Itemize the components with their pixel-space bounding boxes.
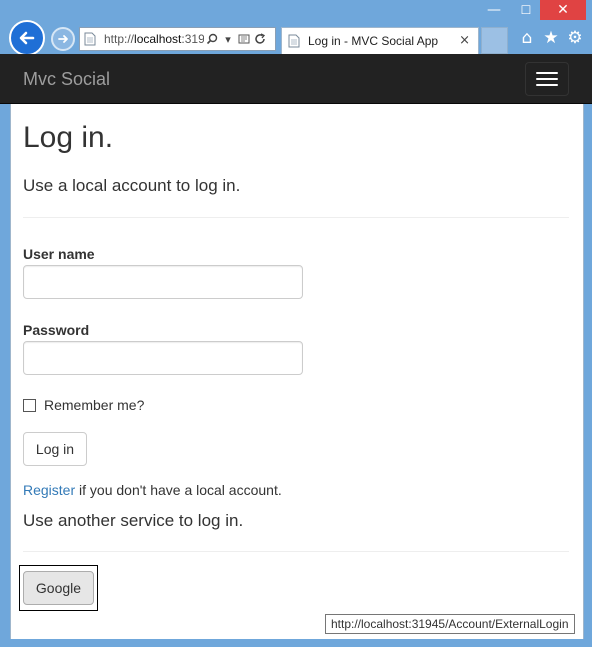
remember-me-checkbox[interactable]	[23, 398, 36, 412]
search-icon[interactable]	[204, 31, 220, 47]
password-label: Password	[23, 322, 90, 338]
arrow-left-icon	[19, 31, 35, 45]
navbar-toggle-button[interactable]	[525, 62, 569, 96]
google-login-button[interactable]: Google	[23, 571, 94, 605]
page-icon	[288, 34, 302, 48]
dropdown-icon[interactable]: ▾	[220, 31, 236, 47]
remember-me-label[interactable]: Remember me?	[44, 397, 144, 413]
brand-link[interactable]: Mvc Social	[23, 69, 110, 90]
gear-icon[interactable]: ⚙	[564, 28, 586, 48]
window-frame-right	[584, 104, 592, 647]
register-text: Register if you don't have a local accou…	[23, 482, 282, 498]
minimize-button[interactable]: —	[480, 0, 508, 20]
close-window-button[interactable]: ✕	[540, 0, 586, 20]
login-button[interactable]: Log in	[23, 432, 87, 466]
divider	[23, 551, 569, 552]
external-login-heading: Use another service to log in.	[23, 511, 244, 530]
maximize-button[interactable]: ☐	[512, 0, 540, 20]
url-text[interactable]: http://localhost:31945	[104, 32, 204, 46]
page-icon	[84, 31, 100, 47]
hamburger-icon	[536, 72, 558, 74]
forward-button[interactable]	[51, 27, 75, 51]
tab-title: Log in - MVC Social App	[308, 34, 439, 48]
hamburger-icon	[536, 78, 558, 80]
compat-view-icon[interactable]	[236, 31, 252, 47]
password-input[interactable]	[23, 341, 303, 375]
username-label: User name	[23, 246, 95, 262]
new-tab-button[interactable]	[481, 27, 508, 54]
divider	[23, 217, 569, 218]
star-icon[interactable]: ★	[540, 28, 562, 48]
address-bar[interactable]: http://localhost:31945 ▾	[79, 27, 276, 51]
arrow-right-icon	[58, 35, 68, 43]
app-navbar: Mvc Social	[0, 54, 592, 104]
remember-me-row[interactable]: Remember me?	[23, 397, 144, 413]
page-title: Log in.	[23, 121, 114, 154]
browser-tab[interactable]: Log in - MVC Social App ×	[281, 27, 479, 54]
status-bar-url: http://localhost:31945/Account/ExternalL…	[325, 614, 575, 634]
local-account-heading: Use a local account to log in.	[23, 176, 241, 195]
back-button[interactable]	[9, 20, 45, 56]
window-frame-left	[0, 104, 10, 647]
register-link[interactable]: Register	[23, 482, 75, 498]
register-suffix: if you don't have a local account.	[75, 482, 282, 498]
window-frame-bottom	[0, 639, 592, 647]
username-input[interactable]	[23, 265, 303, 299]
home-icon[interactable]: ⌂	[516, 28, 538, 48]
refresh-icon[interactable]	[252, 31, 268, 47]
close-tab-icon[interactable]: ×	[459, 33, 470, 48]
hamburger-icon	[536, 84, 558, 86]
